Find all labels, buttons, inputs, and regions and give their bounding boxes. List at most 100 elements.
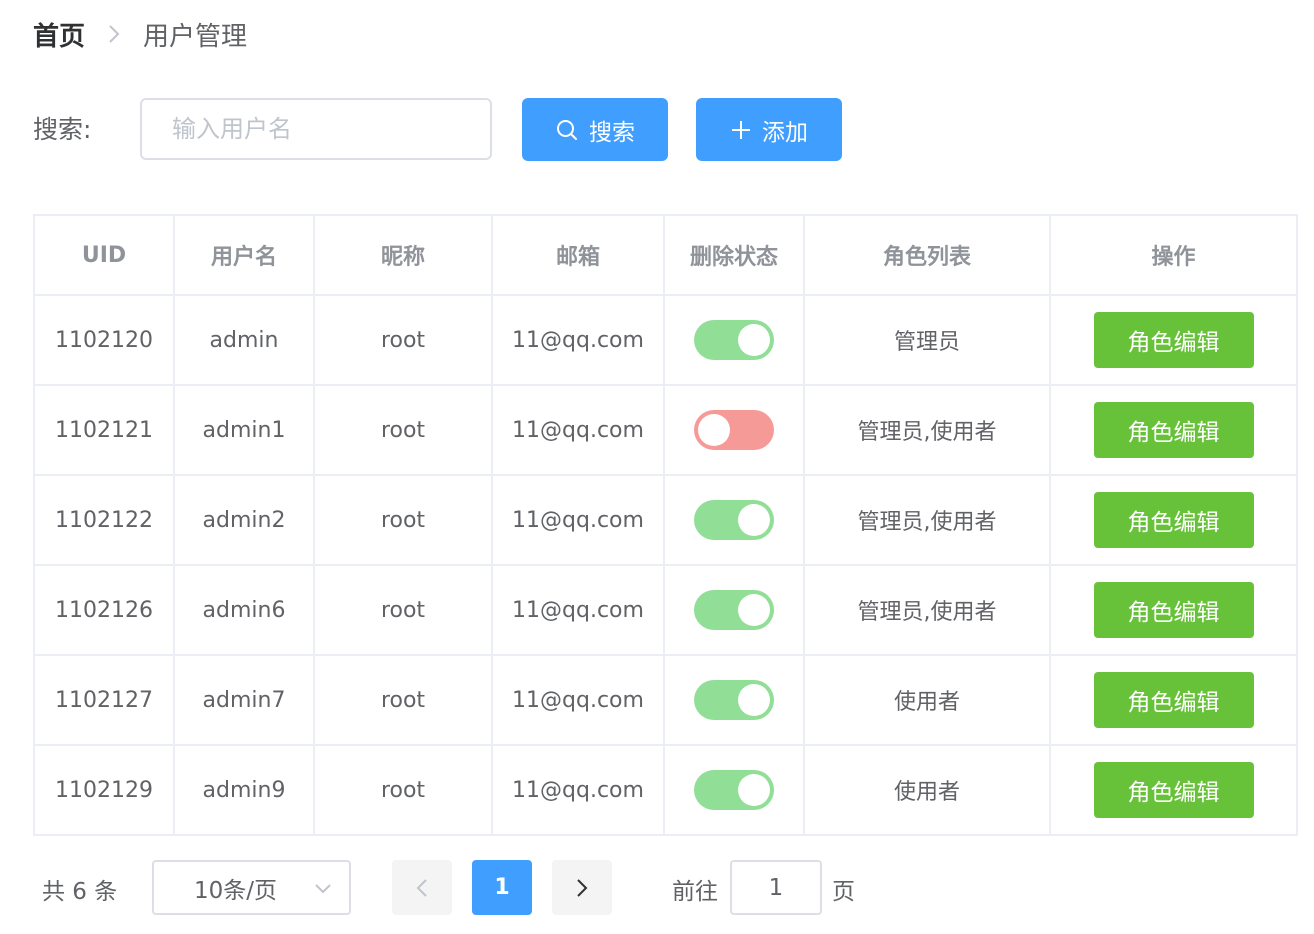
column-header-email: 邮箱 [491, 214, 665, 296]
deleted-toggle[interactable] [694, 590, 774, 630]
table-row: 1102129 admin9 root 11@qq.com 使用者 角色编辑 [33, 744, 1298, 836]
cell-roles: 使用者 [803, 654, 1051, 746]
cell-deleted [663, 294, 805, 386]
cell-roles: 管理员,使用者 [803, 564, 1051, 656]
page-size-select[interactable]: 10条/页 [152, 860, 351, 915]
column-header-actions: 操作 [1049, 214, 1298, 296]
table-row: 1102126 admin6 root 11@qq.com 管理员,使用者 角色… [33, 564, 1298, 656]
cell-actions: 角色编辑 [1049, 294, 1298, 386]
cell-nickname: root [313, 294, 493, 386]
add-button[interactable]: 添加 [696, 98, 842, 161]
cell-username: admin [173, 294, 315, 386]
cell-nickname: root [313, 564, 493, 656]
breadcrumb-home[interactable]: 首页 [33, 16, 85, 53]
cell-uid: 1102121 [33, 384, 175, 476]
cell-username: admin1 [173, 384, 315, 476]
cell-actions: 角色编辑 [1049, 474, 1298, 566]
cell-actions: 角色编辑 [1049, 744, 1298, 836]
edit-role-button[interactable]: 角色编辑 [1093, 492, 1254, 548]
chevron-right-icon [107, 23, 121, 45]
cell-deleted [663, 744, 805, 836]
deleted-toggle[interactable] [694, 320, 774, 360]
table-row: 1102120 admin root 11@qq.com 管理员 角色编辑 [33, 294, 1298, 386]
edit-role-button[interactable]: 角色编辑 [1093, 672, 1254, 728]
search-label: 搜索: [33, 115, 92, 144]
deleted-toggle[interactable] [694, 500, 774, 540]
cell-email: 11@qq.com [491, 744, 665, 836]
page-size-value: 10条/页 [194, 877, 278, 904]
column-header-uid: UID [33, 214, 175, 296]
user-management-page: 首页 用户管理 搜索: 搜索 添加 UID 用户名 昵称 邮箱 删除 [0, 0, 1314, 934]
cell-username: admin2 [173, 474, 315, 566]
cell-username: admin7 [173, 654, 315, 746]
chevron-down-icon [313, 878, 333, 898]
search-button[interactable]: 搜索 [522, 98, 668, 161]
column-header-deleted: 删除状态 [663, 214, 805, 296]
cell-username: admin6 [173, 564, 315, 656]
cell-email: 11@qq.com [491, 564, 665, 656]
cell-nickname: root [313, 654, 493, 746]
edit-role-button[interactable]: 角色编辑 [1093, 402, 1254, 458]
goto-page-input[interactable] [730, 860, 822, 915]
column-header-username: 用户名 [173, 214, 315, 296]
cell-deleted [663, 474, 805, 566]
goto-label: 前往 [672, 879, 718, 905]
edit-role-button[interactable]: 角色编辑 [1093, 312, 1254, 368]
cell-nickname: root [313, 744, 493, 836]
search-icon [555, 118, 579, 142]
toggle-knob [738, 324, 770, 356]
breadcrumb-current: 用户管理 [143, 21, 248, 52]
table-header-row: UID 用户名 昵称 邮箱 删除状态 角色列表 操作 [33, 214, 1298, 296]
cell-uid: 1102127 [33, 654, 175, 746]
page-number-current[interactable]: 1 [472, 860, 532, 915]
cell-roles: 管理员,使用者 [803, 384, 1051, 476]
deleted-toggle[interactable] [694, 680, 774, 720]
search-button-label: 搜索 [589, 119, 635, 146]
toggle-knob [738, 774, 770, 806]
cell-uid: 1102120 [33, 294, 175, 386]
toggle-knob [738, 594, 770, 626]
next-page-button[interactable] [552, 860, 612, 915]
cell-uid: 1102122 [33, 474, 175, 566]
chevron-left-icon [415, 877, 429, 899]
goto-suffix: 页 [832, 879, 855, 905]
cell-roles: 管理员 [803, 294, 1051, 386]
cell-deleted [663, 654, 805, 746]
column-header-roles: 角色列表 [803, 214, 1051, 296]
cell-roles: 管理员,使用者 [803, 474, 1051, 566]
cell-email: 11@qq.com [491, 384, 665, 476]
prev-page-button[interactable] [392, 860, 452, 915]
toggle-knob [738, 504, 770, 536]
edit-role-button[interactable]: 角色编辑 [1093, 582, 1254, 638]
plus-icon [730, 119, 752, 141]
user-table: UID 用户名 昵称 邮箱 删除状态 角色列表 操作 1102120 admin… [33, 214, 1298, 836]
chevron-right-icon [575, 877, 589, 899]
cell-actions: 角色编辑 [1049, 564, 1298, 656]
deleted-toggle[interactable] [694, 770, 774, 810]
cell-uid: 1102126 [33, 564, 175, 656]
pagination-total: 共 6 条 [42, 879, 118, 905]
cell-actions: 角色编辑 [1049, 654, 1298, 746]
cell-deleted [663, 564, 805, 656]
breadcrumb: 首页 用户管理 [33, 14, 247, 54]
cell-uid: 1102129 [33, 744, 175, 836]
cell-nickname: root [313, 474, 493, 566]
table-row: 1102122 admin2 root 11@qq.com 管理员,使用者 角色… [33, 474, 1298, 566]
table-row: 1102127 admin7 root 11@qq.com 使用者 角色编辑 [33, 654, 1298, 746]
cell-deleted [663, 384, 805, 476]
cell-nickname: root [313, 384, 493, 476]
toggle-knob [738, 684, 770, 716]
search-input[interactable] [140, 98, 492, 160]
table-row: 1102121 admin1 root 11@qq.com 管理员,使用者 角色… [33, 384, 1298, 476]
cell-roles: 使用者 [803, 744, 1051, 836]
deleted-toggle[interactable] [694, 410, 774, 450]
add-button-label: 添加 [762, 119, 808, 146]
cell-username: admin9 [173, 744, 315, 836]
toggle-knob [698, 414, 730, 446]
cell-email: 11@qq.com [491, 474, 665, 566]
edit-role-button[interactable]: 角色编辑 [1093, 762, 1254, 818]
cell-email: 11@qq.com [491, 654, 665, 746]
cell-email: 11@qq.com [491, 294, 665, 386]
cell-actions: 角色编辑 [1049, 384, 1298, 476]
column-header-nickname: 昵称 [313, 214, 493, 296]
